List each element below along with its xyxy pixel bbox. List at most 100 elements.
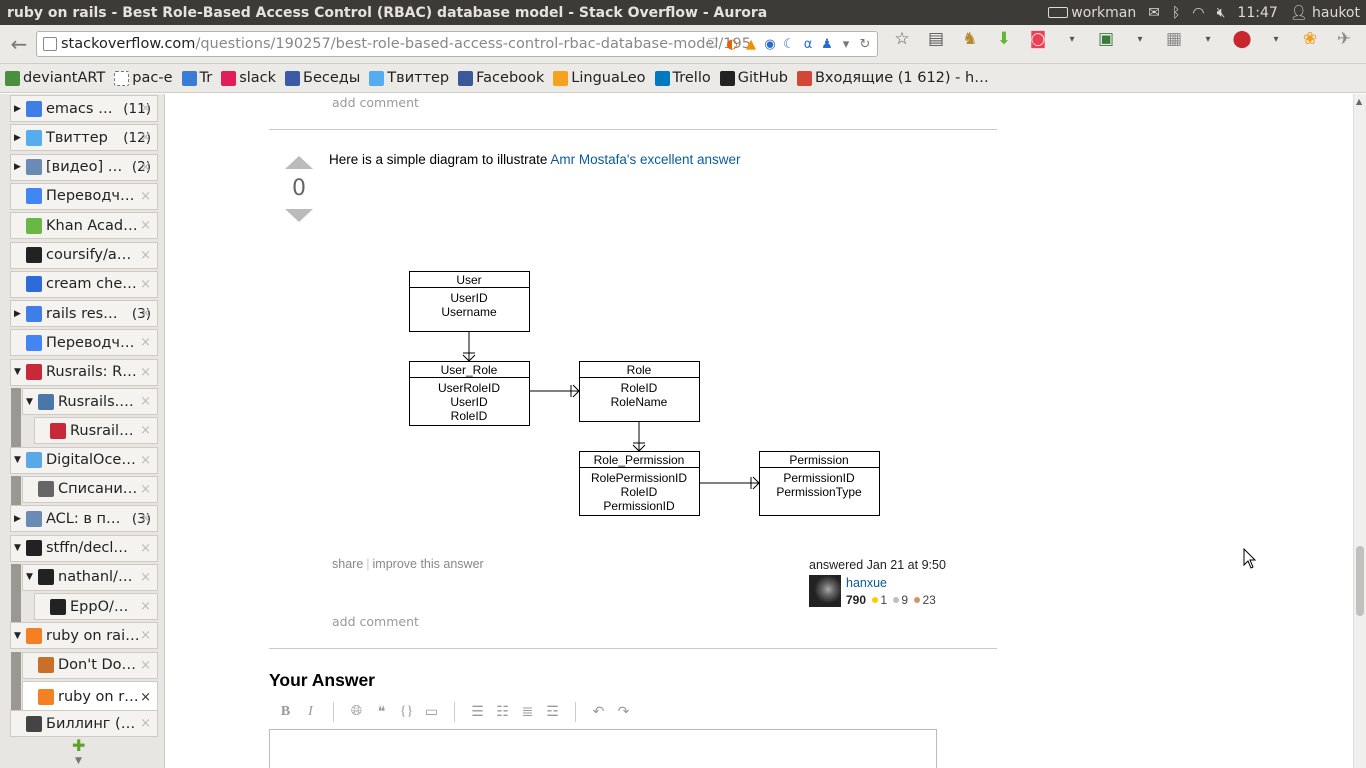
sidebar-tab[interactable]: Переводч… × [10, 329, 158, 357]
add-comment-link[interactable]: add comment [332, 95, 419, 110]
collapse-icon[interactable]: ▼ [14, 367, 24, 377]
sidebar-tab[interactable]: ▼ ruby on rai… × [10, 622, 158, 650]
close-icon[interactable]: × [140, 218, 151, 233]
collapse-icon[interactable]: ▼ [26, 397, 36, 407]
user-name-link[interactable]: hanxue [846, 576, 887, 590]
close-icon[interactable]: × [140, 658, 151, 673]
close-icon[interactable]: × [140, 394, 151, 409]
sidebar-tab[interactable]: EppO/… × [34, 593, 158, 621]
shield-icon[interactable]: ⛉ [705, 35, 721, 53]
sidebar-tab[interactable]: ▼ DigitalOce… × [10, 446, 158, 474]
bookmark-item[interactable]: GitHub [719, 70, 788, 86]
bookmark-star-icon[interactable]: ☆ [890, 29, 914, 49]
italic-button[interactable]: I [298, 704, 323, 720]
bookmark-item[interactable]: Входящие (1 612) - h… [796, 70, 989, 86]
sidebar-tab[interactable]: ▶ Твиттер (12) × [10, 124, 158, 152]
close-icon[interactable]: × [140, 541, 151, 556]
addon-icon-3[interactable]: ◉ [762, 35, 778, 53]
mail-icon[interactable]: ✉ [1148, 5, 1160, 21]
adblock-icon[interactable]: ⬤ [1230, 29, 1254, 49]
bookmark-item[interactable]: slack [221, 70, 276, 86]
grid-icon[interactable]: ▦ [1162, 29, 1186, 49]
paw-icon[interactable]: ❀ [1298, 29, 1322, 49]
sidebar-tab[interactable]: Rusrail… × [34, 417, 158, 445]
close-icon[interactable]: × [140, 511, 151, 526]
close-icon[interactable]: × [140, 335, 151, 350]
close-icon[interactable]: × [140, 716, 151, 731]
share-link[interactable]: share [332, 557, 363, 571]
add-comment-link[interactable]: add comment [332, 614, 419, 629]
bookmark-item[interactable]: Tr [181, 70, 212, 86]
sidebar-tab[interactable]: Списани… × [22, 475, 158, 503]
picture-addon-icon[interactable]: ▣ [1094, 29, 1118, 49]
improve-answer-link[interactable]: improve this answer [373, 557, 484, 571]
sidebar-tab[interactable]: Don't Do… × [22, 651, 158, 679]
new-tab-plus-icon[interactable]: ✚ [72, 736, 85, 755]
close-icon[interactable]: × [140, 570, 151, 585]
clock[interactable]: 11:47 [1237, 5, 1277, 21]
bookmark-item[interactable]: Facebook [458, 70, 544, 86]
download-icon[interactable]: ⬇ [992, 29, 1016, 49]
code-icon[interactable]: {} [394, 704, 419, 720]
back-button[interactable]: ← [4, 29, 34, 59]
close-icon[interactable]: × [140, 482, 151, 497]
answer-editor-textarea[interactable] [269, 729, 937, 768]
close-icon[interactable]: × [140, 101, 151, 116]
collapse-icon[interactable]: ▼ [26, 572, 36, 582]
expand-icon[interactable]: ▶ [14, 309, 24, 319]
collapse-icon[interactable]: ▼ [14, 631, 24, 641]
redo-icon[interactable]: ↷ [611, 704, 636, 721]
bug-icon[interactable]: ✈ [1332, 29, 1356, 49]
sidebar-tab[interactable]: Khan Acad… × [10, 212, 158, 240]
expand-icon[interactable]: ▶ [14, 104, 24, 114]
image-icon[interactable]: ▭ [419, 704, 444, 721]
bookmark-item[interactable]: рас-е [114, 70, 173, 86]
bookmark-item[interactable]: Trello [654, 70, 711, 86]
sidebar-tab[interactable]: ▼ Rusrails: R… × [10, 358, 158, 386]
bookmark-item[interactable]: Беседы [285, 70, 360, 86]
sidebar-tab[interactable]: ▼ nathanl/… × [22, 563, 158, 591]
addon-icon-1[interactable]: ◐ [724, 35, 740, 53]
close-icon[interactable]: × [140, 130, 151, 145]
url-bar[interactable]: stackoverflow.com/questions/190257/best-… [36, 31, 878, 57]
bluetooth-icon[interactable]: ᛒ [1172, 5, 1180, 21]
answer-reference-link[interactable]: Amr Mostafa's excellent answer [550, 152, 740, 167]
vote-down-icon[interactable] [285, 209, 313, 222]
close-icon[interactable]: × [140, 248, 151, 263]
sidebar-tab[interactable]: ▼ Rusrails.… × [22, 388, 158, 415]
bookmark-item[interactable]: LinguaLeo [553, 70, 646, 86]
undo-icon[interactable]: ↶ [586, 704, 611, 721]
pocket-dropdown-icon[interactable]: ▾ [1060, 34, 1084, 45]
expand-icon[interactable]: ▶ [14, 162, 24, 172]
addon-icon-2[interactable]: ▲ [743, 35, 759, 53]
close-icon[interactable]: × [140, 599, 151, 614]
blockquote-icon[interactable]: ❝ [369, 704, 394, 721]
bookmark-item[interactable]: deviantART [5, 70, 105, 86]
keyboard-layout-indicator[interactable]: workman [1048, 5, 1136, 21]
picture-dropdown-icon[interactable]: ▾ [1128, 34, 1152, 45]
bookmark-item[interactable]: Твиттер [369, 70, 449, 86]
addon-icon-4[interactable]: ☾ [781, 35, 797, 53]
reading-list-icon[interactable]: ▤ [924, 29, 948, 49]
close-icon[interactable]: × [140, 453, 151, 468]
scrollbar-thumb[interactable] [1356, 546, 1364, 616]
dropdown-icon[interactable]: ▾ [838, 35, 854, 53]
site-identity-icon[interactable] [43, 37, 57, 51]
close-icon[interactable]: × [140, 628, 151, 643]
close-icon[interactable]: × [140, 189, 151, 204]
wifi-icon[interactable]: ◠ [1192, 5, 1204, 21]
sidebar-tab[interactable]: Биллинг (… × [10, 710, 158, 738]
sidebar-tab[interactable]: Переводч… × [10, 182, 158, 210]
page-scrollbar[interactable]: ▲ [1353, 94, 1366, 768]
vote-up-icon[interactable] [285, 156, 313, 169]
sidebar-tab[interactable]: cream che… × [10, 270, 158, 298]
link-icon[interactable]: 🌐︎ [344, 704, 369, 720]
sidebar-tab[interactable]: ▶ rails res… (3) × [10, 300, 158, 328]
close-icon[interactable]: × [140, 365, 151, 380]
sidebar-tab[interactable]: ▶ ACL: в п… (3) × [10, 505, 158, 533]
close-icon[interactable]: × [140, 423, 151, 438]
close-icon[interactable]: × [140, 277, 151, 292]
addon-figure-icon[interactable]: ♞ [958, 29, 982, 49]
close-icon[interactable]: × [140, 690, 151, 705]
volume-muted-icon[interactable]: 🔇︎ [1217, 5, 1226, 21]
